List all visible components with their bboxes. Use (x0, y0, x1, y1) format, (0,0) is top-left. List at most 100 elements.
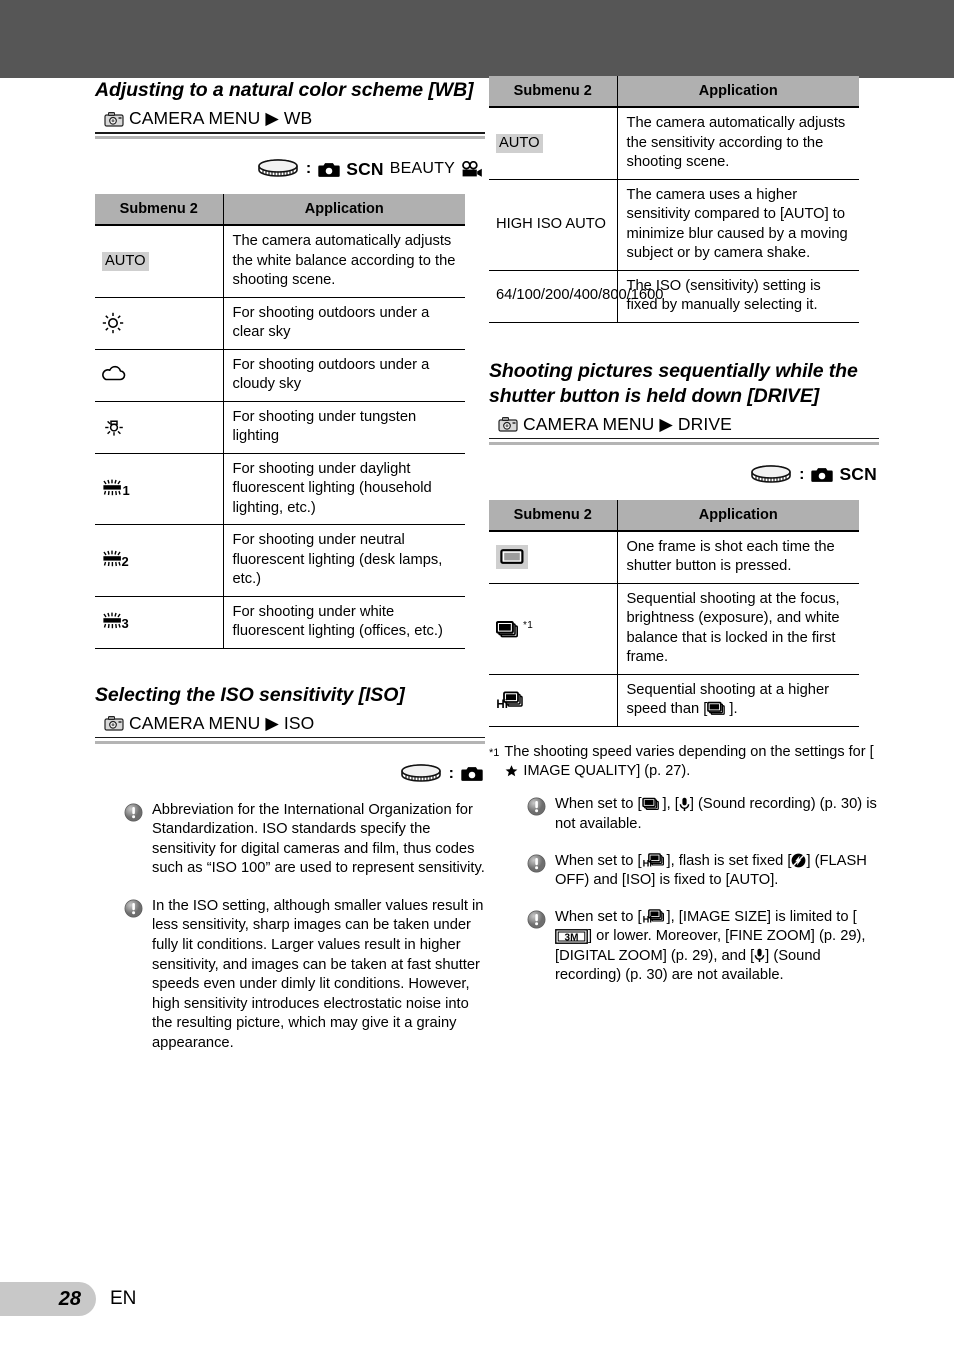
table-row: 2 For shooting under neutral fluorescent… (95, 524, 465, 597)
iso-section-heading: Selecting the ISO sensitivity [ISO] (95, 683, 405, 706)
svg-text:3: 3 (122, 616, 129, 631)
camera-menu-icon (498, 416, 518, 432)
info-exclamation-icon (124, 801, 143, 879)
mode-colon: : (305, 160, 312, 177)
note-item: When set to [ ], [ ] (Sound recording) (… (527, 795, 879, 834)
cloud-cloudy-sky-icon (102, 365, 128, 383)
hi-sequential-frames-icon: Hi (496, 690, 526, 711)
iso-menu-path-label: CAMERA MENU ▶ ISO (129, 712, 315, 733)
scene-mode-label: SCN (839, 464, 877, 484)
drive-menu-path-label: CAMERA MENU ▶ DRIVE (523, 413, 732, 434)
drive-row-sequential-application: Sequential shooting at the focus, bright… (617, 583, 859, 675)
drive-row-single-submenu (489, 530, 618, 584)
iso-row-values-application: The ISO (sensitivity) setting is fixed b… (617, 270, 859, 323)
tungsten-lamp-icon (102, 416, 126, 438)
page-number-tab: 28 (0, 1282, 96, 1316)
info-exclamation-icon (124, 897, 143, 1054)
table-row: *1 Sequential shooting at the focus, bri… (489, 583, 859, 675)
svg-text:1: 1 (123, 483, 130, 498)
iso-row-highiso-submenu: HIGH ISO AUTO (489, 179, 618, 271)
iso-row-highiso-application: The camera uses a higher sensitivity com… (617, 179, 859, 271)
note-item: When set to [ Hi ], [IMAGE SIZE] is limi… (527, 908, 879, 986)
iso-row-auto-application: The camera automatically adjusts the sen… (617, 107, 859, 180)
wb-row-fluorescent1-application: For shooting under daylight fluorescent … (223, 453, 465, 525)
drive-notes: When set to [ ], [ ] (Sound recording) (… (489, 795, 879, 986)
table-row: 3 For shooting under white fluorescent l… (95, 596, 465, 649)
table-row: For shooting under tungsten lighting (95, 401, 465, 454)
fluorescent-3-icon: 3 (102, 611, 132, 633)
iso-auto-value: AUTO (496, 133, 543, 153)
drive-submenu-table: Submenu 2 Application One frame is shot … (489, 499, 859, 727)
note-text-pre: When set to [ (555, 796, 642, 813)
sequential-frames-icon (495, 620, 523, 640)
drive-row-hi-submenu: Hi (489, 674, 618, 727)
note-text-pre: When set to [ (555, 908, 642, 925)
sequential-frames-icon (707, 701, 729, 717)
footnote-text: The shooting speed varies depending on t… (504, 743, 879, 782)
table-row: AUTO The camera automatically adjusts th… (489, 107, 859, 180)
camera-menu-icon (104, 111, 124, 127)
svg-text:2: 2 (122, 554, 129, 569)
single-frame-highlight (496, 545, 528, 569)
hi-sequential-frames-icon: Hi (642, 908, 667, 925)
info-exclamation-icon (527, 852, 546, 891)
scene-mode-label: SCN (346, 158, 384, 179)
table-row: Hi Sequential shooting at a higher speed… (489, 674, 859, 727)
wb-auto-value: AUTO (102, 251, 149, 271)
table-row: AUTO The camera automatically adjusts th… (95, 225, 465, 298)
camera-mode-icon (318, 161, 340, 178)
camera-mode-icon (811, 466, 834, 483)
page-footer: 28 EN (0, 1282, 136, 1316)
table-header-row: Submenu 2 Application (489, 499, 859, 532)
drive-hi-text-post: ]. (729, 701, 738, 717)
note-text-mid: ], [ (662, 796, 679, 813)
fluorescent-2-icon: 2 (102, 549, 132, 571)
page-language: EN (110, 1288, 137, 1309)
info-exclamation-icon (527, 908, 546, 986)
note-item: When set to [ Hi ], flash is set fixed [… (527, 852, 879, 891)
svg-text:3M: 3M (565, 932, 579, 943)
table-header-row: Submenu 2 Application (489, 76, 859, 108)
drive-row-single-application: One frame is shot each time the shutter … (617, 530, 859, 584)
col-header-submenu: Submenu 2 (489, 499, 618, 532)
page-number: 28 (58, 1287, 81, 1310)
wb-submenu-table: Submenu 2 Application AUTO The camera au… (95, 194, 465, 649)
note-item: Abbreviation for the International Organ… (124, 801, 485, 879)
mode-dial-icon (400, 763, 442, 784)
microphone-icon (679, 797, 690, 812)
wb-row-fluorescent3-submenu: 3 (95, 596, 224, 649)
footnote-text-pre: The shooting speed varies depending on t… (504, 743, 874, 760)
iso-menu-path: CAMERA MENU ▶ ISO (95, 712, 485, 735)
wb-row-cloudy-application: For shooting outdoors under a cloudy sky (223, 349, 465, 402)
note-text: When set to [ ], [ ] (Sound recording) (… (555, 795, 879, 834)
drive-row-sequential-submenu: *1 (489, 583, 618, 675)
info-exclamation-icon (527, 795, 546, 834)
camera-menu-icon (104, 715, 124, 731)
wb-row-auto-submenu: AUTO (95, 225, 224, 298)
wb-row-fluorescent1-submenu: 1 (95, 453, 224, 525)
wb-rule (95, 132, 485, 139)
wb-section-heading: Adjusting to a natural color scheme [WB] (95, 79, 474, 101)
svg-text:Hi: Hi (642, 859, 651, 869)
col-header-application: Application (617, 76, 859, 108)
microphone-icon (754, 948, 765, 963)
drive-row-hi-application: Sequential shooting at a higher speed th… (617, 674, 859, 727)
table-header-row: Submenu 2 Application (95, 194, 465, 226)
note-text: When set to [ Hi ], [IMAGE SIZE] is limi… (555, 908, 879, 986)
drive-mode-line: : SCN (489, 462, 879, 488)
table-row: For shooting outdoors under a clear sky (95, 297, 465, 350)
iso-row-values-submenu: 64/100/200/400/800/1600 (489, 270, 663, 323)
svg-text:Hi: Hi (496, 699, 508, 711)
wb-row-auto-application: The camera automatically adjusts the whi… (223, 225, 465, 298)
image-quality-icon (504, 764, 519, 778)
single-frame-icon (500, 548, 524, 565)
iso-rule (95, 736, 485, 744)
wb-row-tungsten-submenu (95, 401, 224, 454)
note-text-mid: ], flash is set fixed [ (666, 852, 792, 869)
mode-colon: : (799, 465, 805, 483)
wb-row-fluorescent3-application: For shooting under white fluorescent lig… (223, 596, 465, 649)
drive-menu-path: CAMERA MENU ▶ DRIVE (489, 413, 879, 436)
movie-mode-icon (461, 160, 483, 178)
wb-row-tungsten-application: For shooting under tungsten lighting (223, 401, 465, 454)
beauty-mode-label: BEAUTY (389, 160, 455, 177)
